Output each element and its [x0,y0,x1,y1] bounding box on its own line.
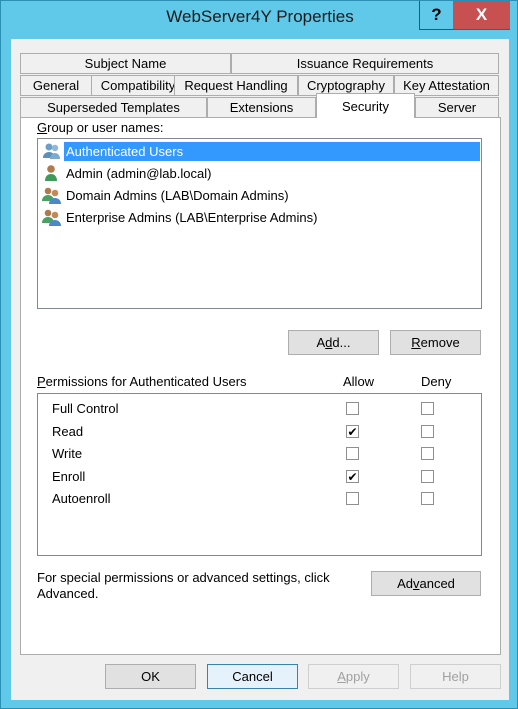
principal-name: Admin (admin@lab.local) [66,165,212,181]
help-title-button[interactable]: ? [419,1,453,30]
tab-label: Security [342,98,389,114]
permission-name: Enroll [52,469,86,484]
tab-extensions[interactable]: Extensions [207,97,316,118]
permission-name: Write [52,446,83,461]
advanced-button[interactable]: Ad v anced [371,571,481,596]
allow-checkbox[interactable]: ✔ [346,470,359,483]
deny-checkbox[interactable] [421,447,434,460]
group-or-user-names-label: Group or user names: [37,120,163,135]
button-text: d... [332,335,351,350]
advanced-hint-line2: Advanced. [37,586,99,601]
tab-superseded-templates[interactable]: Superseded Templates [20,97,207,118]
cancel-button[interactable]: Cancel [207,664,298,689]
principals-listbox[interactable]: Authenticated Users Admin (admin@lab.loc… [37,138,482,309]
permission-name: Read [52,424,84,439]
tab-label: Cryptography [306,78,386,93]
accelerator-key: A [337,669,346,684]
help-button[interactable]: Help [410,664,501,689]
permission-row: Read ✔ [52,422,472,442]
checkmark-icon: ✔ [347,424,358,439]
close-icon: X [475,5,488,24]
list-item[interactable]: Domain Admins (LAB\Domain Admins) [42,185,291,205]
list-item[interactable]: Authenticated Users [42,141,480,161]
properties-window: WebServer4Y Properties ? X Subject Name … [0,0,518,709]
button-text: Ad [397,576,413,591]
principal-name: Authenticated Users [64,141,480,161]
tab-label: Issuance Requirements [296,56,434,71]
deny-checkbox[interactable] [421,492,434,505]
apply-button[interactable]: Apply [308,664,399,689]
list-item[interactable]: Admin (admin@lab.local) [42,163,213,183]
allow-checkbox[interactable] [346,402,359,415]
permission-name: Full Control [52,401,119,416]
deny-column-header: Deny [421,374,452,389]
checkmark-icon: ✔ [347,469,358,484]
tab-label: Server [437,100,477,115]
tab-label: Extensions [229,100,294,115]
label-text: ermissions for Authenticated Users [45,374,247,389]
accelerator-key: R [411,335,421,350]
tab-label: Compatibility [100,78,176,93]
button-text: pply [345,669,370,684]
tab-label: Superseded Templates [47,100,180,115]
permission-name: Autoenroll [52,491,111,506]
button-text: anced [419,576,455,591]
tab-request-handling[interactable]: Request Handling [174,75,298,96]
permissions-for-label: Permissions for Authenticated Users [37,374,247,389]
allow-checkbox[interactable]: ✔ [346,425,359,438]
user-icon [45,165,57,181]
allow-checkbox[interactable] [346,492,359,505]
dialog-client-area: Subject Name Issuance Requirements Gener… [11,39,509,700]
permission-row: Full Control [52,399,472,419]
deny-checkbox[interactable] [421,425,434,438]
principal-name: Enterprise Admins (LAB\Enterprise Admins… [66,209,318,225]
tab-label: Subject Name [84,56,167,71]
accelerator-key: P [37,374,46,389]
remove-button[interactable]: Remove [390,330,481,355]
list-item[interactable]: Enterprise Admins (LAB\Enterprise Admins… [42,207,319,227]
tab-issuance-requirements[interactable]: Issuance Requirements [231,53,499,74]
tab-label: Request Handling [184,78,288,93]
ok-button[interactable]: OK [105,664,196,689]
accelerator-key: d [325,335,333,350]
users-group-icon [42,209,61,226]
tab-compatibility[interactable]: Compatibility [91,75,185,96]
add-button[interactable]: Ad d... [288,330,379,355]
permission-row: Write [52,444,472,464]
tab-label: General [32,78,80,93]
tab-general[interactable]: General [20,75,92,96]
label-text: roup or user names: [47,120,164,135]
tab-label: Key Attestation [403,78,490,93]
tab-subject-name[interactable]: Subject Name [20,53,231,74]
accelerator-key: G [37,120,48,135]
advanced-hint-line1: For special permissions or advanced sett… [37,570,330,585]
deny-checkbox[interactable] [421,402,434,415]
tab-server[interactable]: Server [415,97,499,118]
question-icon: ? [431,5,442,24]
button-text: emove [420,335,460,350]
close-button[interactable]: X [453,1,510,30]
users-group-icon [43,143,60,159]
permission-row: Enroll ✔ [52,467,472,487]
security-tab-panel: Group or user names: Authenticated Users… [20,117,501,655]
allow-checkbox[interactable] [346,447,359,460]
permission-row: Autoenroll [52,489,472,509]
users-group-icon [42,187,61,204]
principal-name: Domain Admins (LAB\Domain Admins) [66,187,289,203]
tab-security[interactable]: Security [316,93,415,118]
allow-column-header: Allow [343,374,375,389]
button-text: A [316,335,326,350]
permissions-list: Full Control Read ✔ Write Enroll ✔ Autoe… [37,393,482,556]
deny-checkbox[interactable] [421,470,434,483]
